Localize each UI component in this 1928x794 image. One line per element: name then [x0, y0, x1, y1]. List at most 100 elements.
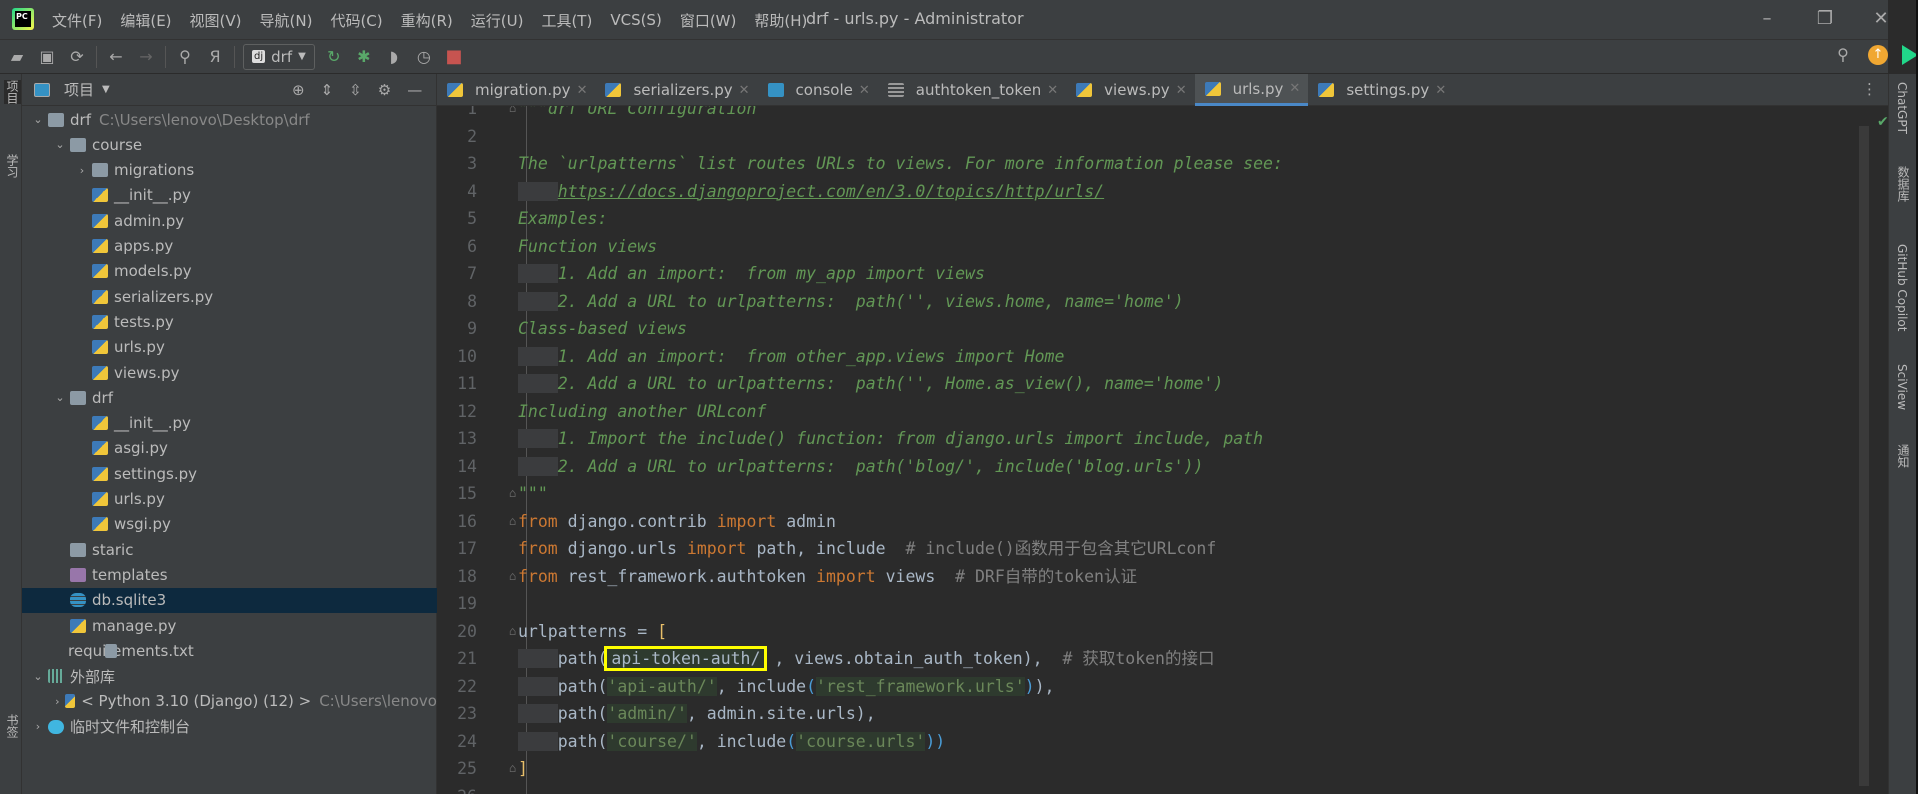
menu-item[interactable]: 运行(U)	[471, 10, 524, 31]
code-line[interactable]: 22 path('api-auth/', include('rest_frame…	[437, 673, 1857, 701]
menu-item[interactable]: 窗口(W)	[680, 10, 737, 31]
tree-item[interactable]: ⌄ 外部库	[22, 664, 437, 689]
rerun-icon[interactable]: ↻	[323, 46, 345, 68]
tree-item[interactable]: apps.py	[22, 234, 437, 259]
run-config-select[interactable]: dj drf ▼	[243, 43, 315, 70]
tab-views-py[interactable]: views.py ✕	[1066, 74, 1194, 106]
tool-window-chatgpt[interactable]: ChatGPT	[1895, 82, 1909, 134]
tree-item[interactable]: serializers.py	[22, 284, 437, 309]
tool-window-通知[interactable]: 通知	[1895, 444, 1912, 468]
close-tab-icon[interactable]: ✕	[859, 83, 870, 98]
code-line[interactable]: 24 path('course/', include('course.urls'…	[437, 728, 1857, 756]
tree-item[interactable]: › 临时文件和控制台	[22, 714, 437, 739]
project-tool-button[interactable]: 项目	[4, 80, 21, 104]
fold-icon[interactable]: ⌂	[509, 755, 516, 783]
back-icon[interactable]: ←	[105, 46, 127, 68]
tree-item[interactable]: ⌄ drf C:\Users\lenovo\Desktop\drf	[22, 107, 437, 132]
tool-window-sciview[interactable]: SciView	[1895, 364, 1909, 410]
fold-icon[interactable]: ⌂	[509, 480, 516, 508]
restore-button[interactable]: ❐	[1810, 6, 1840, 32]
hide-icon[interactable]: —	[407, 81, 422, 99]
tree-item[interactable]: __init__.py	[22, 183, 437, 208]
save-icon[interactable]: ▣	[36, 46, 58, 68]
code-line[interactable]: 4 https://docs.djangoproject.com/en/3.0/…	[437, 178, 1857, 206]
chevron-down-icon[interactable]: ⌄	[30, 113, 46, 126]
code-line[interactable]: 10 1. Add an import: from other_app.view…	[437, 343, 1857, 371]
code-line[interactable]: 23 path('admin/', admin.site.urls),	[437, 700, 1857, 728]
tree-item[interactable]: templates	[22, 562, 437, 587]
code-line[interactable]: 14 2. Add a URL to urlpatterns: path('bl…	[437, 453, 1857, 481]
code-line[interactable]: 11 2. Add a URL to urlpatterns: path('',…	[437, 370, 1857, 398]
menu-item[interactable]: 文件(F)	[52, 10, 102, 31]
bookmarks-tool-button[interactable]: 书签	[4, 714, 21, 738]
tab-settings-py[interactable]: settings.py ✕	[1308, 74, 1454, 106]
chevron-down-icon[interactable]: ⌄	[52, 391, 68, 404]
fold-icon[interactable]: ⌂	[509, 106, 516, 123]
tree-item[interactable]: ⌄ drf	[22, 385, 437, 410]
code-line[interactable]: 17 from django.urls import path, include …	[437, 535, 1857, 563]
menu-item[interactable]: 代码(C)	[330, 10, 382, 31]
fold-icon[interactable]: ⌂	[509, 508, 516, 536]
chevron-down-icon[interactable]: ▼	[102, 84, 110, 95]
replace-icon[interactable]: Я	[204, 46, 226, 68]
menu-item[interactable]: 视图(V)	[190, 10, 242, 31]
code-line[interactable]: 6 Function views	[437, 233, 1857, 261]
chevron-right-icon[interactable]: ›	[74, 164, 90, 177]
tool-window-数据库[interactable]: 数据库	[1895, 166, 1912, 202]
code-line[interactable]: 16 ⌂ from django.contrib import admin	[437, 508, 1857, 536]
forward-icon[interactable]: →	[135, 46, 157, 68]
menu-item[interactable]: VCS(S)	[610, 11, 661, 29]
tab-console[interactable]: console ✕	[758, 74, 878, 106]
tool-window-github-copilot[interactable]: GitHub Copilot	[1895, 244, 1909, 331]
tree-item[interactable]: tests.py	[22, 309, 437, 334]
debug-icon[interactable]: ✱	[353, 46, 375, 68]
code-line[interactable]: 2	[437, 123, 1857, 151]
learn-tool-button[interactable]: 学习	[4, 154, 21, 178]
fold-icon[interactable]: ⌂	[509, 563, 516, 591]
profile-icon[interactable]: ◷	[413, 46, 435, 68]
sync-icon[interactable]: ⟳	[66, 46, 88, 68]
tree-item[interactable]: staric	[22, 537, 437, 562]
tree-item[interactable]: wsgi.py	[22, 512, 437, 537]
minimize-button[interactable]: –	[1752, 6, 1782, 32]
code-line[interactable]: 3 The `urlpatterns` list routes URLs to v…	[437, 150, 1857, 178]
code-line[interactable]: 20 ⌂ urlpatterns = [	[437, 618, 1857, 646]
close-tab-icon[interactable]: ✕	[1176, 83, 1187, 98]
menu-item[interactable]: 工具(T)	[541, 10, 592, 31]
code-line[interactable]: 8 2. Add a URL to urlpatterns: path('', …	[437, 288, 1857, 316]
tree-item[interactable]: models.py	[22, 259, 437, 284]
close-button[interactable]: ✕	[1866, 6, 1896, 32]
vertical-scrollbar[interactable]	[1859, 126, 1869, 786]
search-everywhere-icon[interactable]: ⚲	[1832, 44, 1854, 66]
tree-item[interactable]: db.sqlite3	[22, 587, 437, 613]
code-line[interactable]: 7 1. Add an import: from my_app import v…	[437, 260, 1857, 288]
tab-serializers-py[interactable]: serializers.py ✕	[595, 74, 757, 106]
tree-item[interactable]: requirements.txt	[22, 638, 437, 663]
search-icon[interactable]: ⚲	[174, 46, 196, 68]
code-line[interactable]: 5 Examples:	[437, 205, 1857, 233]
expand-all-icon[interactable]: ⇕	[321, 81, 334, 99]
project-panel-title[interactable]: 项目	[64, 79, 94, 100]
tree-item[interactable]: settings.py	[22, 461, 437, 486]
close-tab-icon[interactable]: ✕	[577, 83, 588, 98]
menu-item[interactable]: 重构(R)	[401, 10, 453, 31]
fold-icon[interactable]: ⌂	[509, 618, 516, 646]
code-line[interactable]: 21 path(api-token-auth/ , views.obtain_a…	[437, 645, 1857, 673]
tab-migration-py[interactable]: migration.py ✕	[437, 74, 595, 106]
tree-item[interactable]: urls.py	[22, 335, 437, 360]
code-line[interactable]: 13 1. Import the include() function: fro…	[437, 425, 1857, 453]
close-tab-icon[interactable]: ✕	[739, 83, 750, 98]
code-line[interactable]: 9 Class-based views	[437, 315, 1857, 343]
code-line[interactable]: 12 Including another URLconf	[437, 398, 1857, 426]
code-line[interactable]: 15 ⌂ """	[437, 480, 1857, 508]
more-tabs-icon[interactable]: ⋮	[1862, 80, 1877, 98]
code-line[interactable]: 1 ⌂ """drf URL Configuration	[437, 106, 1857, 123]
tree-item[interactable]: urls.py	[22, 487, 437, 512]
menu-item[interactable]: 帮助(H)	[754, 10, 807, 31]
collapse-all-icon[interactable]: ⇳	[349, 81, 362, 99]
tree-item[interactable]: admin.py	[22, 208, 437, 233]
tree-item[interactable]: asgi.py	[22, 436, 437, 461]
stop-icon[interactable]: ■	[443, 46, 465, 68]
chevron-right-icon[interactable]: ›	[52, 695, 63, 708]
close-tab-icon[interactable]: ✕	[1289, 81, 1300, 96]
